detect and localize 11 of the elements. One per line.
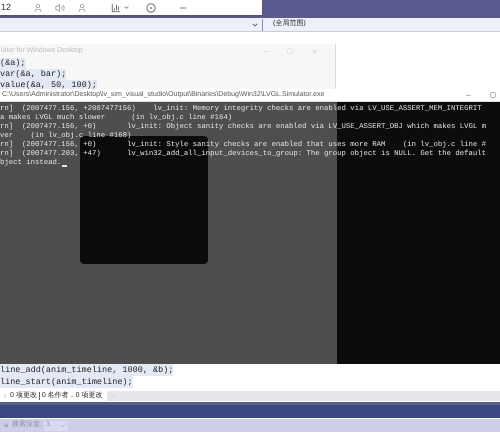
speaker-icon[interactable] [55, 2, 66, 12]
person-icon[interactable] [33, 2, 44, 12]
person-icon[interactable] [77, 2, 88, 12]
arrow-icon[interactable] [2, 422, 9, 429]
maximize-icon[interactable] [490, 92, 496, 98]
chart-icon[interactable] [111, 2, 122, 12]
close-icon[interactable] [310, 48, 318, 54]
text-cursor [62, 165, 68, 167]
popup-number: 12 [1, 0, 12, 14]
caret-icon[interactable] [123, 4, 130, 11]
circle-icon[interactable] [146, 2, 156, 12]
